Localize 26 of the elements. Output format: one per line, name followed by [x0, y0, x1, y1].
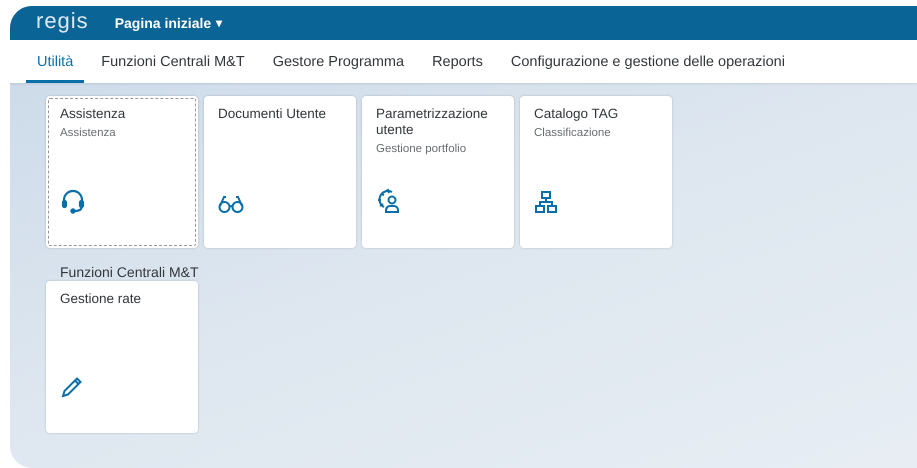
pencil-icon — [60, 375, 84, 399]
tile-title: Catalogo TAG — [534, 106, 620, 122]
tab[interactable]: Gestore Programma — [262, 40, 416, 83]
app-tile[interactable]: Parametrizzazione utente Gestione portfolio — [362, 96, 514, 248]
app-tile[interactable]: Catalogo TAG Classificazione — [520, 96, 672, 248]
tile-title: Parametrizzazione utente — [376, 106, 489, 138]
app-tile[interactable]: Assistenza Assistenza — [46, 96, 198, 248]
tab[interactable]: Reports — [421, 40, 494, 83]
page-title-menu[interactable]: Pagina iniziale ▾ — [114, 15, 222, 31]
app-tile[interactable]: Gestione rate — [46, 281, 198, 433]
headset-icon — [60, 188, 86, 214]
tile-title: Documenti Utente — [218, 106, 328, 122]
tile-title: Gestione rate — [60, 291, 142, 307]
app-tile[interactable]: Documenti Utente — [204, 96, 356, 248]
tile-subtitle: Gestione portfolio — [376, 143, 468, 155]
logo[interactable]: regis — [36, 8, 89, 34]
tile-subtitle: Assistenza — [60, 127, 117, 139]
tile-title: Assistenza — [60, 106, 126, 122]
tab[interactable]: Configurazione e gestione delle operazioni — [500, 40, 796, 83]
section-title: Funzioni Centrali M&T — [59, 263, 200, 281]
tab[interactable]: Utilità — [26, 40, 84, 83]
tab[interactable]: Funzioni Centrali M&T — [90, 40, 256, 83]
glasses-icon — [218, 194, 244, 214]
hierarchy-icon — [534, 190, 558, 214]
tile-subtitle: Classificazione — [534, 127, 612, 139]
gear-person-icon — [376, 188, 402, 214]
